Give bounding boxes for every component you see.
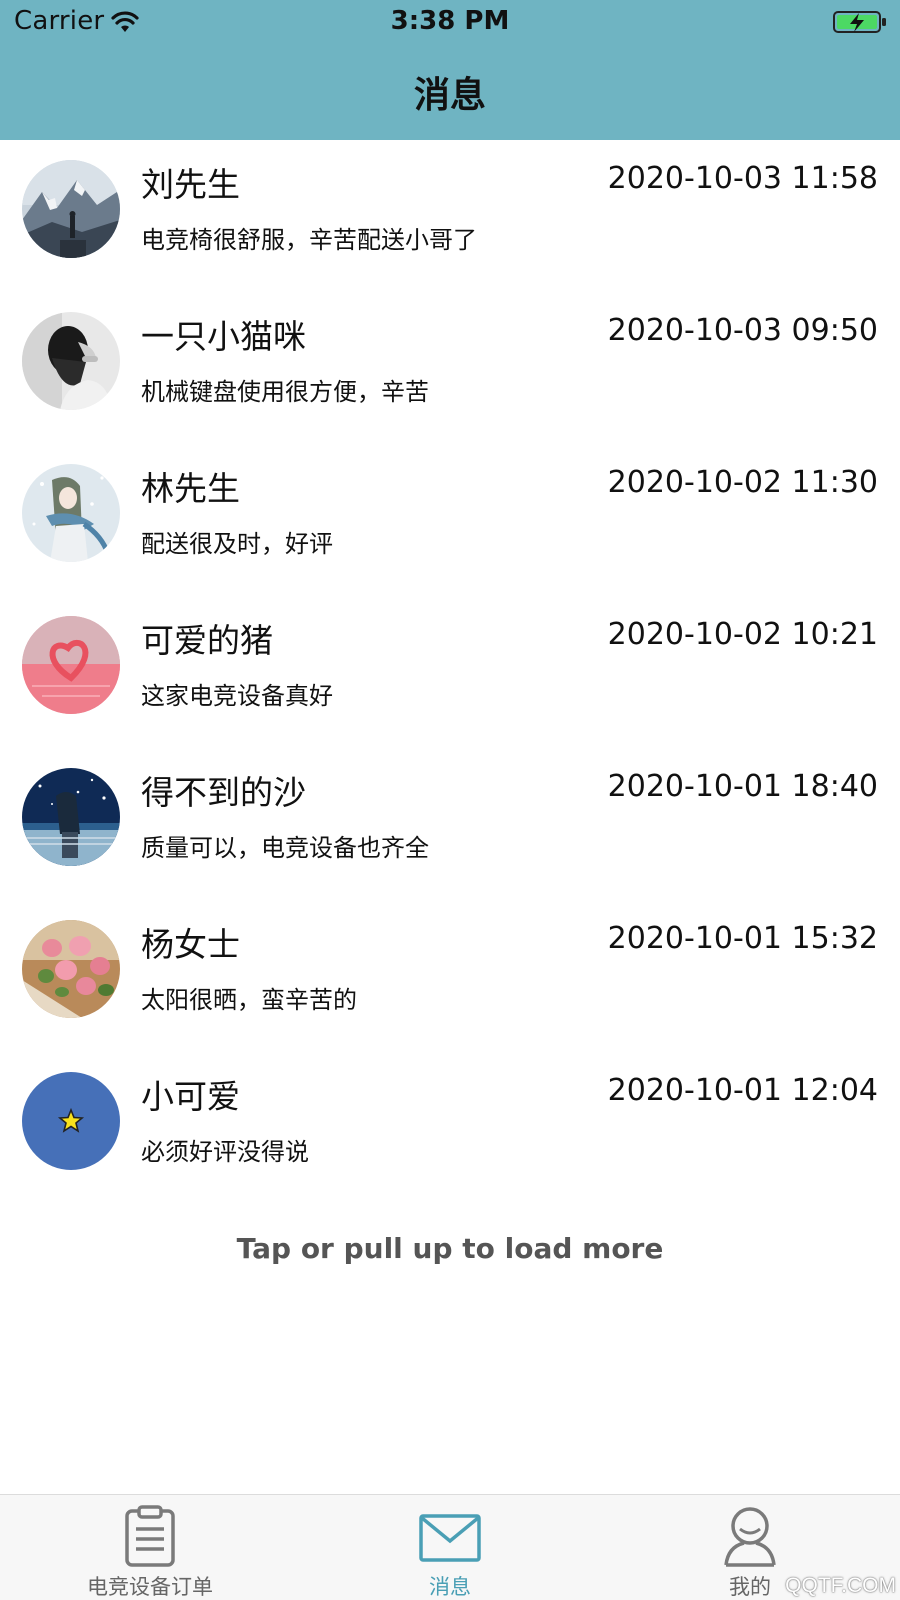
bw-portrait-avatar — [22, 312, 120, 410]
mountain-avatar — [22, 160, 120, 258]
nav-header: Carrier 3:38 PM 消息 — [0, 0, 900, 140]
message-time: 2020-10-02 11:30 — [607, 465, 878, 500]
pink-heart-avatar — [22, 616, 120, 714]
message-row[interactable]: 刘先生 2020-10-03 11:58 电竞椅很舒服，辛苦配送小哥了 — [0, 140, 900, 292]
sender-name: 林先生 — [141, 469, 240, 508]
message-preview: 质量可以，电竞设备也齐全 — [141, 834, 429, 862]
sender-name: 小可爱 — [141, 1077, 240, 1116]
battery-charging-icon — [833, 11, 886, 33]
message-time: 2020-10-01 15:32 — [607, 921, 878, 956]
message-row[interactable]: 得不到的沙 2020-10-01 18:40 质量可以，电竞设备也齐全 — [0, 748, 900, 900]
night-sky-avatar — [22, 768, 120, 866]
app-screen: Carrier 3:38 PM 消息 刘先生 2020-10-03 11:58 … — [0, 0, 900, 1600]
tab-orders[interactable]: 电竞设备订单 — [40, 1495, 260, 1600]
sender-name: 可爱的猪 — [141, 621, 273, 660]
sender-name: 一只小猫咪 — [141, 317, 306, 356]
message-preview: 这家电竞设备真好 — [141, 682, 333, 710]
tab-orders-label: 电竞设备订单 — [87, 1575, 213, 1599]
message-row[interactable]: 林先生 2020-10-02 11:30 配送很及时，好评 — [0, 444, 900, 596]
star-avatar — [22, 1072, 120, 1170]
message-row[interactable]: 杨女士 2020-10-01 15:32 太阳很晒，蛮辛苦的 — [0, 900, 900, 1052]
message-row[interactable]: 小可爱 2020-10-01 12:04 必须好评没得说 — [0, 1052, 900, 1204]
clipboard-icon — [125, 1505, 175, 1567]
message-time: 2020-10-03 09:50 — [607, 313, 878, 348]
tab-messages[interactable]: 消息 — [340, 1495, 560, 1600]
message-preview: 电竞椅很舒服，辛苦配送小哥了 — [141, 226, 477, 254]
message-time: 2020-10-03 11:58 — [607, 161, 878, 196]
message-row[interactable]: 可爱的猪 2020-10-02 10:21 这家电竞设备真好 — [0, 596, 900, 748]
message-time: 2020-10-02 10:21 — [607, 617, 878, 652]
tab-bar: 电竞设备订单 消息 我的 — [0, 1494, 900, 1600]
message-list: 刘先生 2020-10-03 11:58 电竞椅很舒服，辛苦配送小哥了 一只小猫… — [0, 140, 900, 1204]
winter-anime-avatar — [22, 464, 120, 562]
load-more-button[interactable]: Tap or pull up to load more — [0, 1232, 900, 1265]
tab-messages-label: 消息 — [429, 1575, 471, 1599]
sender-name: 得不到的沙 — [141, 773, 306, 812]
message-preview: 配送很及时，好评 — [141, 530, 333, 558]
message-preview: 机械键盘使用很方便，辛苦 — [141, 378, 429, 406]
page-title: 消息 — [413, 75, 486, 116]
envelope-icon — [419, 1514, 481, 1562]
message-time: 2020-10-01 12:04 — [607, 1073, 878, 1108]
sender-name: 刘先生 — [141, 165, 240, 204]
watermark: QQTF.COM — [785, 1574, 896, 1597]
person-icon — [724, 1507, 776, 1567]
message-preview: 必须好评没得说 — [141, 1138, 309, 1166]
message-time: 2020-10-01 18:40 — [607, 769, 878, 804]
roses-avatar — [22, 920, 120, 1018]
status-time: 3:38 PM — [390, 6, 510, 36]
message-row[interactable]: 一只小猫咪 2020-10-03 09:50 机械键盘使用很方便，辛苦 — [0, 292, 900, 444]
message-preview: 太阳很晒，蛮辛苦的 — [141, 986, 357, 1014]
status-bar: Carrier 3:38 PM — [0, 0, 900, 46]
sender-name: 杨女士 — [141, 925, 240, 964]
